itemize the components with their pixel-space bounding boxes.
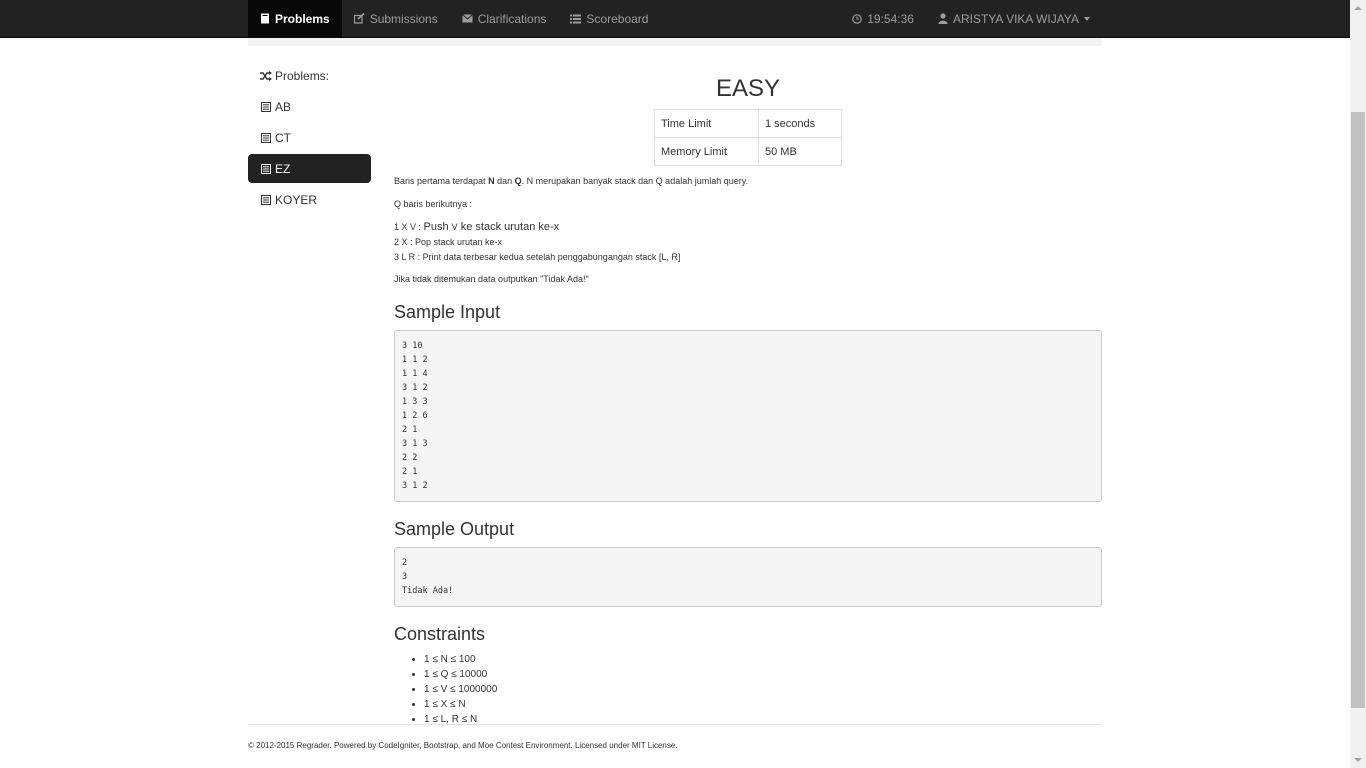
nav-scoreboard-label: Scoreboard xyxy=(586,11,649,26)
sidebar-item-koyer[interactable]: KOYER xyxy=(248,185,371,214)
sidebar-header-label: Problems: xyxy=(275,69,330,83)
sidebar-item-ab[interactable]: AB xyxy=(248,92,371,121)
nav-problems-label: Problems xyxy=(275,11,330,26)
nav-clarifications-label: Clarifications xyxy=(477,11,547,26)
table-row: Memory Limit 50 MB xyxy=(654,137,842,166)
description-paragraph: Baris pertama terdapat N dan Q. N merupa… xyxy=(394,176,749,186)
limit-value: 50 MB xyxy=(758,137,842,166)
constraints-heading: Constraints xyxy=(394,624,486,644)
random-icon xyxy=(260,71,272,81)
scroll-up-icon[interactable] xyxy=(1350,0,1366,16)
list-alt-icon xyxy=(261,163,271,174)
limit-label: Memory Limit xyxy=(654,137,759,166)
sidebar-header: Problems: xyxy=(248,62,371,90)
limit-value: 1 seconds xyxy=(758,109,842,138)
query-line: 1 X V : Push V ke stack urutan ke-x xyxy=(394,221,560,233)
list-item: 1 ≤ N ≤ 100 xyxy=(424,652,1102,667)
envelope-icon xyxy=(461,14,473,23)
nav-submissions-label: Submissions xyxy=(369,11,438,26)
scroll-down-icon[interactable] xyxy=(1350,752,1366,768)
list-item: 1 ≤ Q ≤ 10000 xyxy=(424,667,1102,682)
user-menu[interactable]: ARISTYA VIKA WIJAYA xyxy=(926,0,1102,37)
footer-divider xyxy=(248,724,1102,725)
footer-text: © 2012-2015 Regrader. Powered by CodeIgn… xyxy=(248,741,678,750)
page-scrollbar[interactable] xyxy=(1350,0,1366,768)
list-icon xyxy=(570,14,582,24)
clock-icon xyxy=(852,13,863,24)
limit-label: Time Limit xyxy=(654,109,759,138)
problem-title: EASY xyxy=(715,75,781,102)
problem-sidebar: Problems: AB CT EZ KOYER xyxy=(248,62,371,214)
sidebar-item-label: KOYER xyxy=(275,192,318,207)
description-paragraph: Q baris berikutnya : xyxy=(394,199,473,209)
list-alt-icon xyxy=(261,101,271,112)
user-icon xyxy=(938,13,948,24)
list-item: 1 ≤ X ≤ N xyxy=(424,697,1102,712)
nav-right: 19:54:36 ARISTYA VIKA WIJAYA xyxy=(840,0,1102,37)
sidebar-item-label: EZ xyxy=(275,161,291,176)
book-icon xyxy=(260,13,270,24)
user-name: ARISTYA VIKA WIJAYA xyxy=(952,11,1079,26)
description-paragraph: Jika tidak ditemukan data outputkan "Tid… xyxy=(394,274,589,284)
limits-table: Time Limit 1 seconds Memory Limit 50 MB xyxy=(654,109,842,166)
sample-output-block: 2 3 Tidak Ada! xyxy=(394,547,1102,607)
list-item: 1 ≤ V ≤ 1000000 xyxy=(424,682,1102,697)
sidebar-item-label: CT xyxy=(275,130,291,145)
query-list: 1 X V : Push V ke stack urutan ke-x 2 X … xyxy=(394,220,1102,265)
list-alt-icon xyxy=(261,132,271,143)
query-line: 2 X : Pop stack urutan ke-x xyxy=(394,237,503,247)
edit-icon xyxy=(353,13,365,24)
table-row: Time Limit 1 seconds xyxy=(654,109,842,138)
sample-input-block: 3 10 1 1 2 1 1 4 3 1 2 1 3 3 1 2 6 2 1 3… xyxy=(394,330,1102,502)
list-alt-icon xyxy=(261,194,271,205)
header-strip xyxy=(248,38,1102,46)
caret-down-icon xyxy=(1084,16,1090,21)
constraints-list: 1 ≤ N ≤ 100 1 ≤ Q ≤ 10000 1 ≤ V ≤ 100000… xyxy=(394,652,1102,727)
query-line: 3 L R : Print data terbesar kedua setela… xyxy=(394,252,681,262)
nav-submissions[interactable]: Submissions xyxy=(342,0,450,37)
clock-time: 19:54:36 xyxy=(867,11,914,26)
sidebar-item-label: AB xyxy=(275,99,292,114)
nav-scoreboard[interactable]: Scoreboard xyxy=(558,0,660,37)
sidebar-item-ct[interactable]: CT xyxy=(248,123,371,152)
nav-problems[interactable]: Problems xyxy=(248,0,342,37)
nav-clarifications[interactable]: Clarifications xyxy=(450,0,559,37)
sample-output-heading: Sample Output xyxy=(394,519,515,539)
clock: 19:54:36 xyxy=(840,0,926,37)
sidebar-item-ez[interactable]: EZ xyxy=(248,154,371,183)
sample-input-heading: Sample Input xyxy=(394,302,501,322)
top-navbar: Problems Submissions Clarifications Scor… xyxy=(0,0,1350,38)
nav-menu: Problems Submissions Clarifications Scor… xyxy=(248,0,660,37)
scrollbar-thumb[interactable] xyxy=(1351,112,1365,708)
problem-content: EASY Time Limit 1 seconds Memory Limit 5… xyxy=(394,60,1102,727)
